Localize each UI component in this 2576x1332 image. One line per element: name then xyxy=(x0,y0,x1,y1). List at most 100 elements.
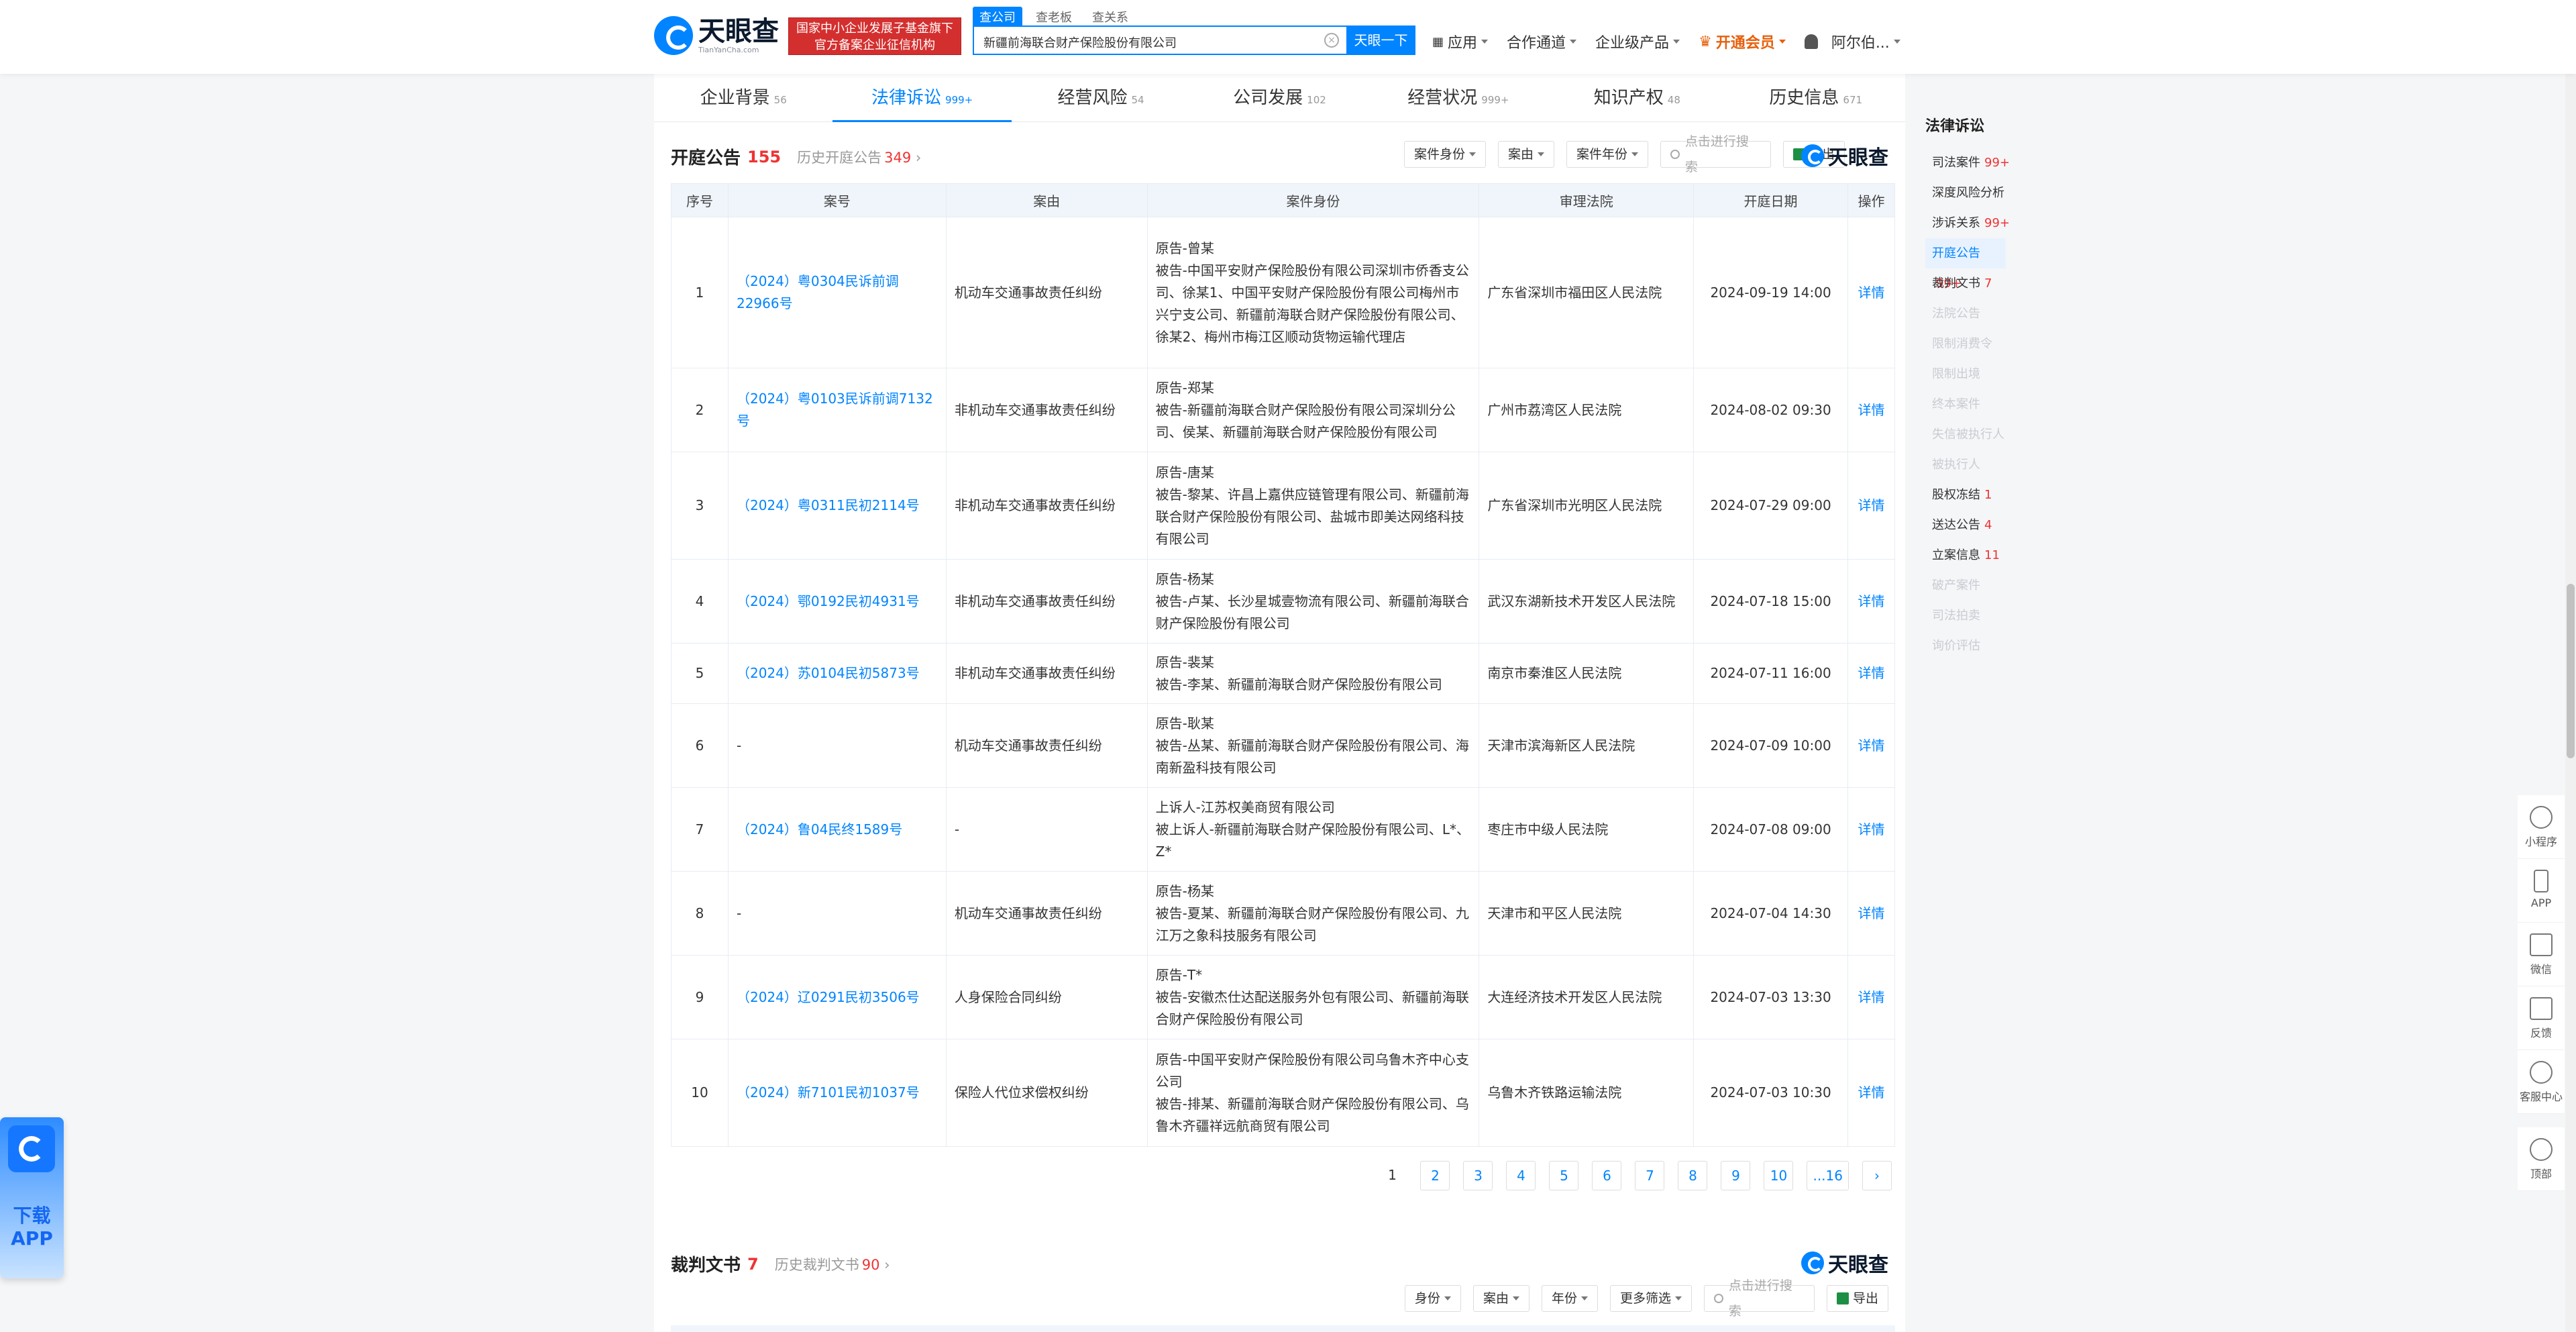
search-tab-boss[interactable]: 查老板 xyxy=(1029,7,1079,27)
page-9[interactable]: 9 xyxy=(1721,1161,1751,1190)
back-to-top-button[interactable]: 顶部 xyxy=(2518,1127,2565,1191)
section-title: 裁判文书 xyxy=(671,1256,741,1276)
detail-link[interactable]: 详情 xyxy=(1847,955,1895,1039)
app-download-label: 下载APP xyxy=(11,1205,53,1249)
case-number-link[interactable]: （2024）鄂0192民初4931号 xyxy=(727,559,947,644)
history-link[interactable]: 历史裁判文书 90 › xyxy=(775,1254,890,1274)
filter-more[interactable]: 更多筛选 xyxy=(1609,1285,1692,1312)
row-number: 4 xyxy=(671,559,729,644)
app-button[interactable]: APP xyxy=(2518,859,2565,923)
detail-link[interactable]: 详情 xyxy=(1847,703,1895,788)
page-6[interactable]: 6 xyxy=(1592,1161,1622,1190)
page-5[interactable]: 5 xyxy=(1549,1161,1579,1190)
detail-link[interactable]: 详情 xyxy=(1847,368,1895,452)
case-number-link[interactable]: （2024）鲁04民终1589号 xyxy=(727,787,947,872)
sidebar-item[interactable]: 立案信息 11 xyxy=(1925,540,2039,570)
party-line-2[interactable]: 被告-安徽杰仕达配送服务外包有限公司、新疆前海联合财产保险股份有限公司 xyxy=(1156,986,1471,1031)
filter-cause[interactable]: 案由 xyxy=(1497,141,1554,168)
page-4[interactable]: 4 xyxy=(1506,1161,1536,1190)
party-line-2[interactable]: 被告-丛某、新疆前海联合财产保险股份有限公司、海南新盈科技有限公司 xyxy=(1156,735,1471,779)
case-cause: 保险人代位求偿权纠纷 xyxy=(945,1039,1148,1147)
filter-year[interactable]: 案件年份 xyxy=(1566,141,1648,168)
case-number-link[interactable]: （2024）新7101民初1037号 xyxy=(727,1039,947,1147)
search-input[interactable]: 新疆前海联合财产保险股份有限公司 × xyxy=(973,25,1348,55)
next-page-button[interactable]: › xyxy=(1862,1161,1892,1190)
apps-icon: ▦ xyxy=(1432,34,1444,49)
feedback-button[interactable]: 反馈 xyxy=(2518,986,2565,1050)
sidebar-item[interactable]: 涉诉关系 99+ xyxy=(1925,208,2039,238)
site-logo[interactable]: 天眼查 TianYanCha.com xyxy=(654,16,779,55)
tab-history[interactable]: 历史信息 671 xyxy=(1727,74,1905,121)
table-row: 10 （2024）新7101民初1037号 保险人代位求偿权纠纷 原告-中国平安财产保… xyxy=(671,1039,1895,1147)
table-search-input[interactable]: 点击进行搜索 xyxy=(1703,1278,1815,1319)
sidebar-item[interactable]: 司法案件 99+ xyxy=(1925,148,2039,178)
case-number-link[interactable]: （2024）粤0304民诉前调22966号 xyxy=(727,217,947,368)
search-button[interactable]: 天眼一下 xyxy=(1346,25,1415,55)
party-line-2[interactable]: 被上诉人-新疆前海联合财产保险股份有限公司、L*、Z* xyxy=(1156,819,1471,863)
detail-link[interactable]: 详情 xyxy=(1847,452,1895,560)
nav-enterprise-products[interactable]: 企业级产品 xyxy=(1595,31,1680,52)
mini-program-button[interactable]: 小程序 xyxy=(2518,795,2565,859)
filter-role[interactable]: 身份 xyxy=(1404,1285,1461,1312)
customer-service-button[interactable]: 客服中心 xyxy=(2518,1050,2565,1114)
court-name: 武汉东湖新技术开发区人民法院 xyxy=(1479,559,1695,644)
scrollbar[interactable] xyxy=(2565,74,2576,1332)
detail-link[interactable]: 详情 xyxy=(1847,217,1895,368)
tab-risk[interactable]: 经营风险 54 xyxy=(1012,74,1190,121)
party-line-2[interactable]: 被告-李某、新疆前海联合财产保险股份有限公司 xyxy=(1156,674,1471,696)
tab-legal[interactable]: 法律诉讼 999+ xyxy=(833,74,1012,122)
filter-year[interactable]: 年份 xyxy=(1541,1285,1598,1312)
tab-background[interactable]: 企业背景 56 xyxy=(654,74,833,121)
bell-icon[interactable] xyxy=(1804,34,1818,49)
nav-vip[interactable]: ♛ 开通会员 xyxy=(1699,31,1786,52)
page-10[interactable]: 10 xyxy=(1764,1161,1794,1190)
filter-role[interactable]: 案件身份 xyxy=(1403,141,1486,168)
detail-link[interactable]: 详情 xyxy=(1847,787,1895,872)
nav-cooperation[interactable]: 合作通道 xyxy=(1507,31,1577,52)
nav-apps[interactable]: ▦ 应用 xyxy=(1432,31,1489,52)
party-line-2[interactable]: 被告-黎某、许昌上嘉供应链管理有限公司、新疆前海联合财产保险股份有限公司、盐城市… xyxy=(1156,484,1471,550)
page-3[interactable]: 3 xyxy=(1463,1161,1493,1190)
search-tab-relation[interactable]: 查关系 xyxy=(1085,7,1135,27)
tab-development[interactable]: 公司发展 102 xyxy=(1190,74,1368,121)
page-7[interactable]: 7 xyxy=(1635,1161,1665,1190)
tab-ip[interactable]: 知识产权 48 xyxy=(1548,74,1726,121)
party-line-2[interactable]: 被告-夏某、新疆前海联合财产保险股份有限公司、九江万之象科技服务有限公司 xyxy=(1156,903,1471,947)
case-number-link[interactable]: （2024）苏0104民初5873号 xyxy=(727,643,947,704)
tab-operation[interactable]: 经营状况 999+ xyxy=(1369,74,1548,121)
search-tab-company[interactable]: 查公司 xyxy=(973,7,1022,27)
party-line-2[interactable]: 被告-新疆前海联合财产保险股份有限公司深圳分公司、侯某、新疆前海联合财产保险股份… xyxy=(1156,399,1471,444)
page-2[interactable]: 2 xyxy=(1420,1161,1450,1190)
sidebar-item[interactable]: 裁判文书 7 xyxy=(1925,268,2039,299)
sidebar-item[interactable]: 深度风险分析 xyxy=(1925,178,2039,208)
clear-search-icon[interactable]: × xyxy=(1324,33,1339,48)
chevron-down-icon xyxy=(1674,1296,1682,1300)
case-number-link[interactable]: （2024）粤0311民初2114号 xyxy=(727,452,947,560)
hearing-date: 2024-09-19 14:00 xyxy=(1693,217,1848,368)
export-button[interactable]: 导出 xyxy=(1826,1285,1888,1312)
detail-link[interactable]: 详情 xyxy=(1847,871,1895,956)
table-search-input[interactable]: 点击进行搜索 xyxy=(1660,134,1771,174)
page-11[interactable]: ...16 xyxy=(1807,1161,1849,1190)
detail-link[interactable]: 详情 xyxy=(1847,643,1895,704)
scrollbar-thumb[interactable] xyxy=(2567,584,2575,758)
sidebar-item[interactable]: 开庭公告99+ xyxy=(1925,238,2006,291)
case-cause: - xyxy=(945,787,1148,872)
page-1[interactable]: 1 xyxy=(1377,1161,1407,1190)
case-number-link[interactable]: （2024）粤0103民诉前调7132号 xyxy=(727,368,947,452)
detail-link[interactable]: 详情 xyxy=(1847,1039,1895,1147)
app-download-widget[interactable]: 下载APP xyxy=(0,1117,64,1278)
party-line-2[interactable]: 被告-排某、新疆前海联合财产保险股份有限公司、乌鲁木齐疆祥远航商贸有限公司 xyxy=(1156,1093,1471,1137)
party-line-2[interactable]: 被告-卢某、长沙星城壹物流有限公司、新疆前海联合财产保险股份有限公司 xyxy=(1156,591,1471,635)
sidebar-item[interactable]: 股权冻结 1 xyxy=(1925,480,2039,510)
history-link[interactable]: 历史开庭公告 349 › xyxy=(797,147,921,167)
filter-cause[interactable]: 案由 xyxy=(1472,1285,1529,1312)
wechat-button[interactable]: 微信 xyxy=(2518,923,2565,986)
sidebar-item[interactable]: 送达公告 4 xyxy=(1925,510,2039,540)
nav-user[interactable]: 阿尔伯... xyxy=(1831,31,1900,52)
case-number-link: - xyxy=(727,703,947,788)
party-line-2[interactable]: 被告-中国平安财产保险股份有限公司深圳市侨香支公司、徐某1、中国平安财产保险股份… xyxy=(1156,260,1471,348)
page-8[interactable]: 8 xyxy=(1678,1161,1708,1190)
detail-link[interactable]: 详情 xyxy=(1847,559,1895,644)
case-number-link[interactable]: （2024）辽0291民初3506号 xyxy=(727,955,947,1039)
